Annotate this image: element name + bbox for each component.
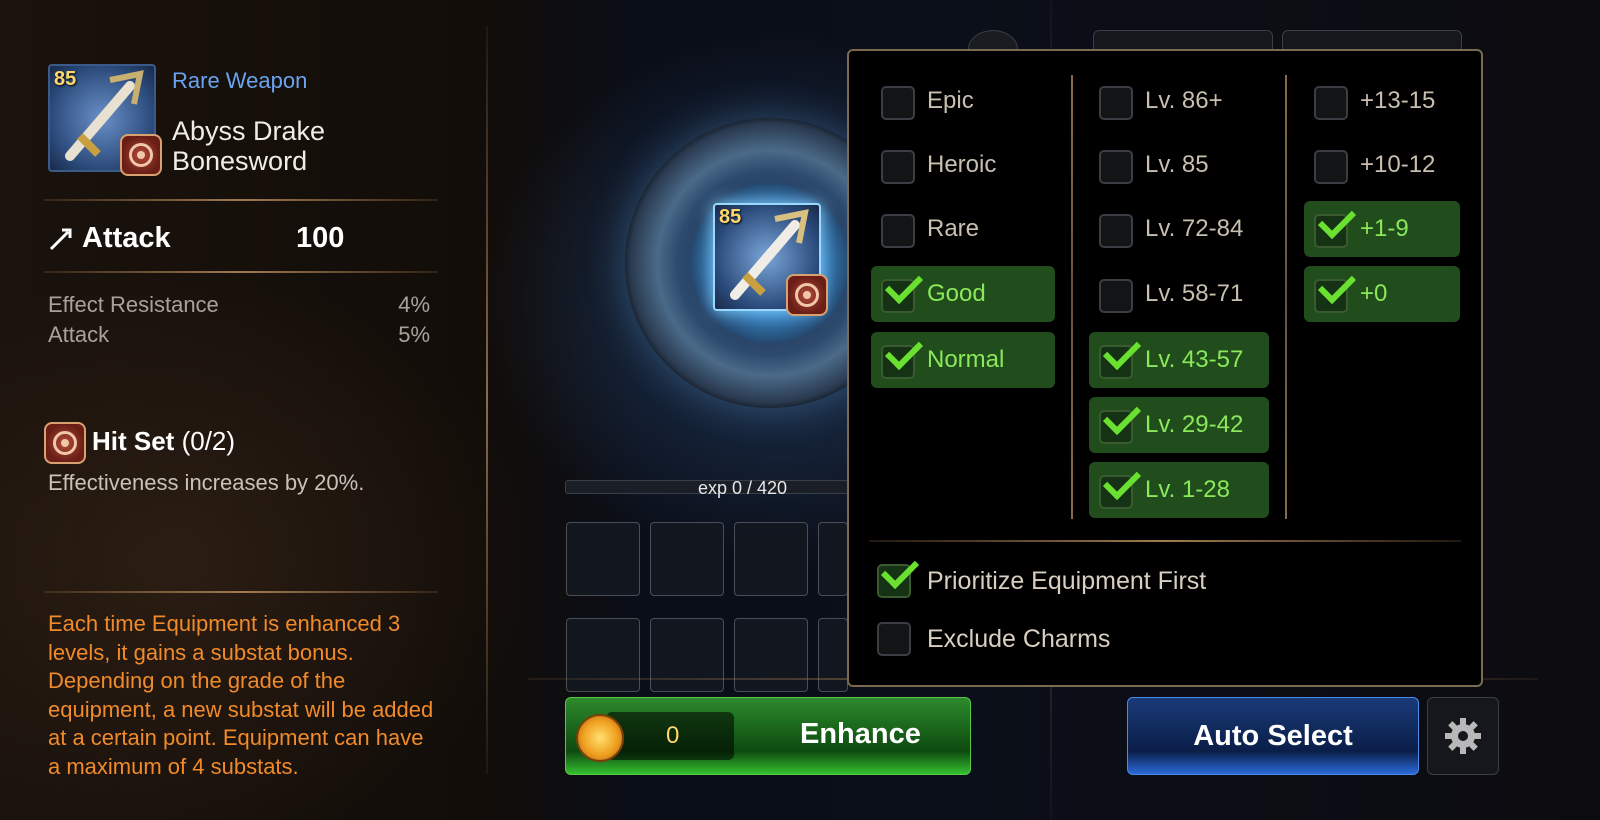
filter-enhance-1-9[interactable]: +1-9	[1304, 200, 1460, 257]
checkbox	[1314, 265, 1357, 313]
substat-row: Attack 5%	[48, 322, 430, 348]
checkbox	[1099, 214, 1133, 248]
filter-grade-good[interactable]: Good	[871, 265, 1055, 322]
hit-set-icon	[786, 274, 828, 316]
checkbox	[1314, 200, 1357, 248]
prioritize-equipment-option[interactable]: Prioritize Equipment First	[849, 550, 1269, 602]
gold-coin-icon	[576, 714, 624, 762]
filter-level-58-71[interactable]: Lv. 58-71	[1089, 266, 1269, 322]
filter-level-85[interactable]: Lv. 85	[1089, 137, 1269, 193]
main-stat-row: Attack 100	[48, 222, 428, 254]
checkbox	[877, 550, 920, 598]
material-slot[interactable]	[818, 522, 848, 596]
set-description: Effectiveness increases by 20%.	[48, 470, 365, 495]
set-title: Hit Set (0/2)	[92, 426, 236, 456]
item-rarity: Rare Weapon	[172, 68, 308, 93]
filter-popup: Epic Heroic Rare Good Normal Lv. 86+ Lv.…	[847, 49, 1483, 687]
auto-select-button[interactable]: Auto Select	[1127, 697, 1419, 775]
filter-grade-epic[interactable]: Epic	[871, 73, 1055, 129]
panel-divider	[486, 26, 488, 774]
enhance-button[interactable]: 0 Enhance	[565, 697, 971, 775]
check-icon	[1102, 331, 1142, 371]
filter-grade-heroic[interactable]: Heroic	[871, 137, 1055, 193]
checkbox	[1099, 86, 1133, 120]
filter-enhance-0[interactable]: +0	[1304, 265, 1460, 322]
checkbox	[881, 86, 915, 120]
hit-set-icon	[44, 422, 86, 464]
checkbox	[1099, 150, 1133, 184]
check-icon	[1102, 396, 1142, 436]
checkbox	[881, 331, 924, 379]
checkbox	[877, 622, 911, 656]
check-icon	[884, 265, 924, 305]
check-icon	[1317, 265, 1357, 305]
filter-enhance-13-15[interactable]: +13-15	[1304, 73, 1460, 129]
hit-set-icon	[120, 134, 162, 176]
enhance-cost: 0	[666, 722, 680, 749]
material-slot[interactable]	[650, 618, 724, 692]
divider	[869, 540, 1461, 542]
checkbox	[1099, 331, 1142, 379]
filter-level-29-42[interactable]: Lv. 29-42	[1089, 396, 1269, 453]
target-item-level: 85	[719, 206, 742, 228]
substat-label: Attack	[48, 322, 110, 347]
material-slot[interactable]	[650, 522, 724, 596]
checkbox	[1314, 150, 1348, 184]
check-icon	[880, 550, 920, 590]
main-stat-label: Attack	[82, 222, 171, 254]
exclude-charms-option[interactable]: Exclude Charms	[849, 620, 1269, 660]
material-slot[interactable]	[734, 618, 808, 692]
gear-icon	[1445, 718, 1481, 754]
material-slot[interactable]	[566, 618, 640, 692]
substat-value: 4%	[398, 292, 430, 317]
checkbox	[881, 214, 915, 248]
checkbox	[1314, 86, 1348, 120]
check-icon	[1317, 200, 1357, 240]
checkbox	[1099, 461, 1142, 509]
exp-text: exp 0 / 420	[698, 478, 788, 498]
filter-enhance-10-12[interactable]: +10-12	[1304, 137, 1460, 193]
enhance-info-text: Each time Equipment is enhanced 3 levels…	[48, 611, 434, 779]
divider	[44, 271, 438, 273]
substat-value: 5%	[398, 322, 430, 347]
enhance-label: Enhance	[800, 718, 921, 750]
checkbox	[881, 150, 915, 184]
filter-level-1-28[interactable]: Lv. 1-28	[1089, 461, 1269, 518]
filter-grade-normal[interactable]: Normal	[871, 331, 1055, 388]
material-slot[interactable]	[566, 522, 640, 596]
checkbox	[881, 265, 924, 313]
checkbox	[1099, 396, 1142, 444]
substat-label: Effect Resistance	[48, 292, 219, 317]
checkbox	[1099, 279, 1133, 313]
main-stat-value: 100	[296, 222, 345, 254]
filter-level-43-57[interactable]: Lv. 43-57	[1089, 331, 1269, 388]
check-icon	[884, 331, 924, 371]
divider	[44, 591, 438, 593]
divider	[44, 199, 438, 201]
item-name: Abyss Drake Bonesword	[172, 116, 326, 176]
check-icon	[1102, 461, 1142, 501]
filter-level-72-84[interactable]: Lv. 72-84	[1089, 201, 1269, 257]
attack-icon	[49, 228, 72, 251]
substat-row: Effect Resistance 4%	[48, 292, 430, 318]
column-divider	[1285, 75, 1287, 519]
item-level: 85	[54, 68, 77, 90]
material-slot[interactable]	[818, 618, 848, 692]
settings-button[interactable]	[1427, 697, 1499, 775]
column-divider	[1071, 75, 1073, 519]
filter-grade-rare[interactable]: Rare	[871, 201, 1055, 257]
filter-level-86plus[interactable]: Lv. 86+	[1089, 73, 1269, 129]
material-slot[interactable]	[734, 522, 808, 596]
